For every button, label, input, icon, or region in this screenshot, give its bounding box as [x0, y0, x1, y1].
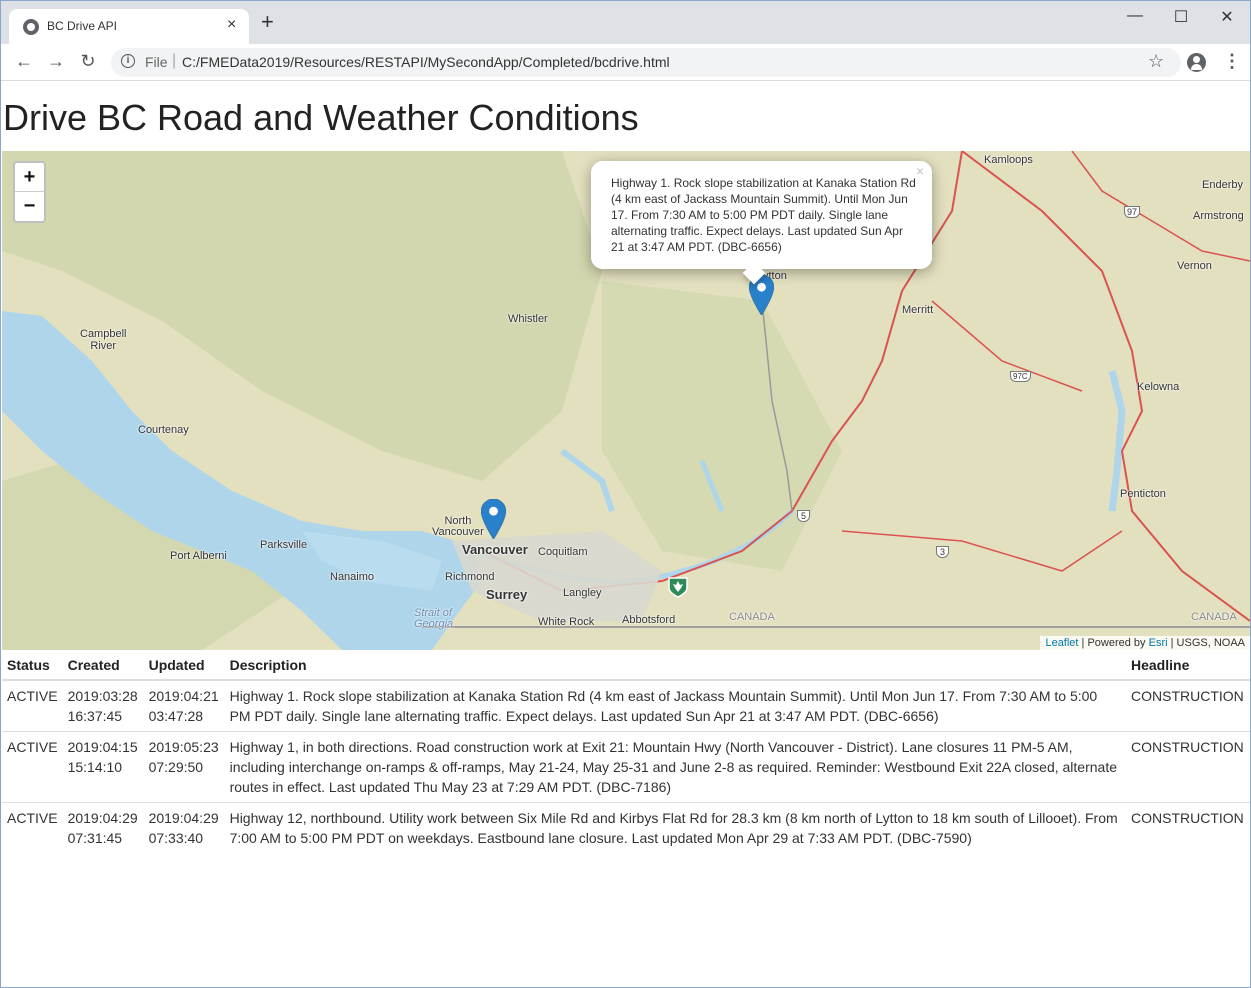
back-button[interactable]: ←: [13, 51, 35, 72]
map-label-kelowna: Kelowna: [1137, 381, 1180, 393]
minimize-button[interactable]: —: [1125, 7, 1145, 25]
zoom-control: + −: [13, 161, 46, 223]
map-label-port-alberni: Port Alberni: [170, 550, 227, 562]
cell-description: Highway 12, northbound. Utility work bet…: [224, 802, 1126, 853]
table-row: ACTIVE 2019:04:29 07:31:45 2019:04:29 07…: [2, 802, 1250, 853]
profile-avatar-icon[interactable]: [1187, 53, 1206, 72]
tab-title: BC Drive API: [47, 19, 118, 33]
page-title: Drive BC Road and Weather Conditions: [3, 97, 639, 138]
map-label-kamloops: Kamloops: [984, 154, 1033, 166]
popup-text: Highway 1. Rock slope stabilization at K…: [611, 176, 916, 254]
table-row: ACTIVE 2019:04:15 15:14:10 2019:05:23 07…: [2, 731, 1250, 803]
map[interactable]: Kamloops Enderby Armstrong Vernon ytton …: [2, 151, 1250, 650]
header-updated: Updated: [143, 653, 225, 681]
map-label-campbell-river: Campbell River: [80, 328, 127, 352]
address-url[interactable]: C:/FMEData2019/Resources/RESTAPI/MySecon…: [182, 54, 670, 70]
header-created: Created: [62, 653, 144, 681]
zoom-in-button[interactable]: +: [15, 163, 44, 192]
cell-created: 2019:04:29 07:31:45: [62, 802, 144, 853]
map-label-armstrong: Armstrong: [1193, 210, 1244, 222]
address-scheme: File: [145, 54, 168, 70]
map-label-canada: CANADA: [729, 611, 775, 623]
header-headline: Headline: [1126, 653, 1250, 681]
table-row: ACTIVE 2019:03:28 16:37:45 2019:04:21 03…: [2, 679, 1250, 732]
map-label-langley: Langley: [563, 587, 602, 599]
highway-shield-5-icon: 5: [797, 510, 811, 522]
bookmark-star-icon[interactable]: ☆: [1148, 51, 1164, 72]
attribution-sources: | USGS, NOAA: [1167, 637, 1245, 649]
close-tab-icon[interactable]: ×: [227, 16, 236, 34]
cell-created: 2019:03:28 16:37:45: [62, 679, 144, 732]
attribution-powered: | Powered by: [1078, 637, 1149, 649]
map-label-coquitlam: Coquitlam: [538, 546, 588, 558]
forward-button[interactable]: →: [45, 51, 67, 72]
map-popup: × Highway 1. Rock slope stabilization at…: [591, 161, 932, 285]
globe-icon: [23, 19, 39, 35]
map-label-north-vancouver: North Vancouver: [432, 515, 484, 538]
cell-headline: CONSTRUCTION: [1126, 679, 1250, 732]
highway-shield-97c-icon: 97C: [1010, 371, 1031, 382]
map-label-nanaimo: Nanaimo: [330, 571, 375, 583]
map-marker-icon[interactable]: [481, 499, 506, 539]
address-bar[interactable]: i File | C:/FMEData2019/Resources/RESTAP…: [111, 48, 1181, 77]
close-window-button[interactable]: ✕: [1217, 7, 1237, 27]
popup-close-button[interactable]: ×: [916, 163, 924, 179]
map-attribution: Leaflet | Powered by Esri | USGS, NOAA: [1040, 636, 1250, 650]
cell-description: Highway 1. Rock slope stabilization at K…: [224, 679, 1126, 732]
trans-canada-shield-icon: [668, 577, 688, 598]
cell-updated: 2019:04:21 03:47:28: [143, 679, 225, 732]
highway-shield-3-icon: 3: [936, 546, 950, 558]
map-label-strait-of-georgia: Strait of Georgia: [414, 607, 454, 630]
map-label-parksville: Parksville: [260, 539, 308, 551]
zoom-out-button[interactable]: −: [15, 192, 44, 221]
cell-status: ACTIVE: [2, 679, 63, 732]
map-label-vernon: Vernon: [1177, 260, 1212, 272]
cell-headline: CONSTRUCTION: [1126, 731, 1250, 803]
menu-icon[interactable]: ⋮: [1223, 51, 1241, 72]
header-description: Description: [224, 653, 1126, 681]
map-label-penticton: Penticton: [1120, 488, 1166, 500]
cell-description: Highway 1, in both directions. Road cons…: [224, 731, 1126, 803]
maximize-button[interactable]: ☐: [1171, 7, 1191, 27]
cell-updated: 2019:04:29 07:33:40: [143, 802, 225, 853]
map-label-canada-east: CANADA: [1191, 611, 1237, 623]
map-label-abbotsford: Abbotsford: [622, 614, 676, 626]
map-label-merritt: Merritt: [902, 304, 934, 316]
map-label-vancouver: Vancouver: [462, 542, 528, 557]
cell-created: 2019:04:15 15:14:10: [62, 731, 144, 803]
map-label-richmond: Richmond: [445, 571, 495, 583]
table-header-row: Status Created Updated Description Headl…: [2, 653, 1250, 681]
esri-link[interactable]: Esri: [1149, 637, 1168, 649]
map-label-enderby: Enderby: [1202, 179, 1243, 191]
cell-updated: 2019:05:23 07:29:50: [143, 731, 225, 803]
tab-strip: BC Drive API × + — ☐ ✕: [1, 1, 1250, 44]
highway-shield-97-icon: 97: [1124, 206, 1141, 218]
info-icon[interactable]: i: [121, 54, 135, 68]
reload-button[interactable]: ↻: [77, 51, 99, 72]
address-separator: |: [172, 52, 177, 69]
cell-status: ACTIVE: [2, 802, 63, 853]
browser-window: BC Drive API × + — ☐ ✕ ← → ↻ i File | C:…: [0, 0, 1251, 988]
cell-headline: CONSTRUCTION: [1126, 802, 1250, 853]
new-tab-button[interactable]: +: [261, 11, 274, 33]
map-label-whistler: Whistler: [508, 313, 548, 325]
cell-status: ACTIVE: [2, 731, 63, 803]
tab-bc-drive-api[interactable]: BC Drive API ×: [9, 9, 249, 44]
map-label-white-rock: White Rock: [538, 616, 595, 628]
leaflet-link[interactable]: Leaflet: [1045, 637, 1078, 649]
map-label-courtenay: Courtenay: [138, 424, 189, 436]
header-status: Status: [2, 653, 63, 681]
conditions-table: Status Created Updated Description Headl…: [2, 653, 1250, 853]
browser-toolbar: ← → ↻ i File | C:/FMEData2019/Resources/…: [1, 44, 1250, 81]
map-label-surrey: Surrey: [486, 587, 528, 602]
